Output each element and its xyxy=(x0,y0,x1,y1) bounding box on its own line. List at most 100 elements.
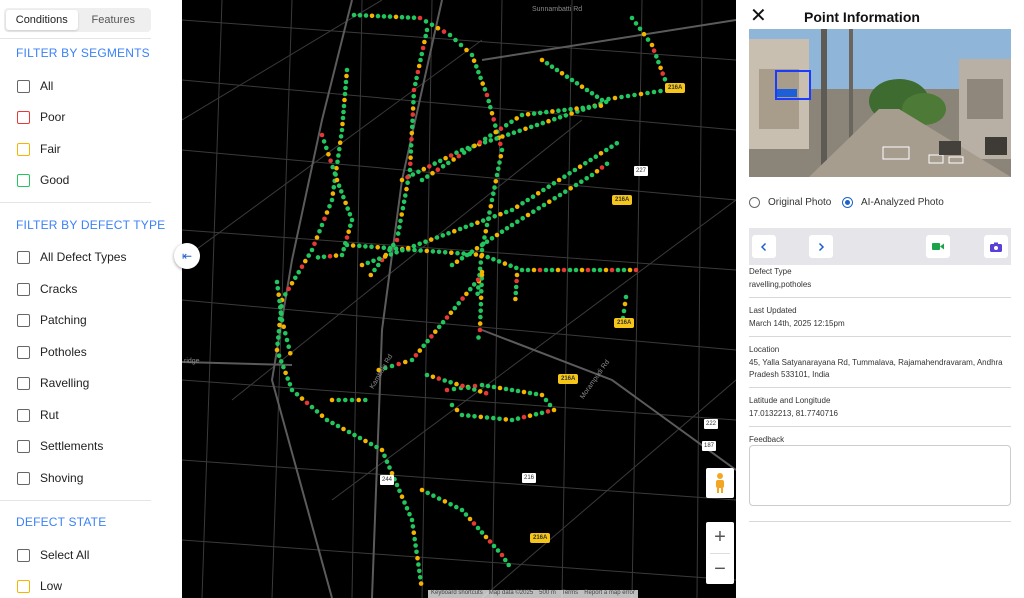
condition-marker[interactable] xyxy=(276,329,282,334)
condition-marker[interactable] xyxy=(597,267,603,273)
condition-marker[interactable] xyxy=(525,212,531,218)
condition-marker[interactable] xyxy=(347,212,353,217)
condition-marker[interactable] xyxy=(330,164,335,170)
condition-marker[interactable] xyxy=(398,218,403,224)
condition-marker[interactable] xyxy=(394,237,400,243)
condition-marker[interactable] xyxy=(417,568,422,574)
condition-marker[interactable] xyxy=(557,115,563,120)
condition-marker[interactable] xyxy=(491,384,497,390)
condition-marker[interactable] xyxy=(487,539,493,544)
condition-marker[interactable] xyxy=(579,267,585,273)
condition-marker[interactable] xyxy=(410,112,416,117)
condition-marker[interactable] xyxy=(419,487,425,493)
condition-marker[interactable] xyxy=(546,118,551,124)
condition-marker[interactable] xyxy=(658,88,663,94)
condition-marker[interactable] xyxy=(479,247,485,253)
condition-marker[interactable] xyxy=(375,245,380,250)
condition-marker[interactable] xyxy=(304,400,310,406)
condition-marker[interactable] xyxy=(286,344,291,350)
condition-marker[interactable] xyxy=(444,315,450,320)
condition-marker[interactable] xyxy=(577,164,583,169)
condition-marker[interactable] xyxy=(309,247,315,253)
condition-marker[interactable] xyxy=(379,447,385,453)
condition-marker[interactable] xyxy=(424,372,430,378)
condition-marker[interactable] xyxy=(324,210,330,215)
condition-marker[interactable] xyxy=(479,530,485,535)
condition-marker[interactable] xyxy=(324,145,329,151)
condition-marker[interactable] xyxy=(454,381,459,387)
condition-marker[interactable] xyxy=(430,170,435,176)
condition-marker[interactable] xyxy=(556,177,562,183)
condition-marker[interactable] xyxy=(562,107,567,113)
condition-marker[interactable] xyxy=(521,389,527,395)
condition-marker[interactable] xyxy=(277,322,282,328)
condition-marker[interactable] xyxy=(654,54,659,59)
condition-marker[interactable] xyxy=(421,343,426,349)
condition-marker[interactable] xyxy=(466,413,471,418)
condition-marker[interactable] xyxy=(494,172,500,178)
condition-marker[interactable] xyxy=(479,242,485,248)
condition-marker[interactable] xyxy=(448,310,454,316)
condition-marker[interactable] xyxy=(410,106,416,111)
condition-marker[interactable] xyxy=(276,353,282,359)
condition-marker[interactable] xyxy=(331,185,337,190)
condition-marker[interactable] xyxy=(541,202,547,208)
defect-settlements-checkbox[interactable]: Settlements xyxy=(17,437,103,455)
condition-marker[interactable] xyxy=(491,543,497,549)
condition-marker[interactable] xyxy=(424,248,430,254)
condition-marker[interactable] xyxy=(629,15,635,21)
condition-marker[interactable] xyxy=(275,341,280,347)
condition-marker[interactable] xyxy=(469,222,474,228)
condition-marker[interactable] xyxy=(376,262,381,268)
condition-marker[interactable] xyxy=(579,179,584,184)
condition-marker[interactable] xyxy=(463,512,469,517)
condition-marker[interactable] xyxy=(479,289,484,294)
condition-marker[interactable] xyxy=(489,111,495,116)
condition-marker[interactable] xyxy=(309,404,315,410)
condition-marker[interactable] xyxy=(550,109,555,114)
condition-marker[interactable] xyxy=(433,329,438,335)
condition-marker[interactable] xyxy=(315,255,321,260)
condition-marker[interactable] xyxy=(471,58,477,63)
condition-marker[interactable] xyxy=(480,218,486,223)
condition-marker[interactable] xyxy=(527,413,533,419)
condition-marker[interactable] xyxy=(363,438,368,444)
condition-marker[interactable] xyxy=(546,184,551,189)
condition-marker[interactable] xyxy=(296,269,301,275)
condition-marker[interactable] xyxy=(411,93,416,99)
condition-marker[interactable] xyxy=(419,177,425,183)
condition-marker[interactable] xyxy=(475,277,481,283)
street-view-pegman[interactable] xyxy=(706,468,734,498)
condition-marker[interactable] xyxy=(382,453,387,459)
condition-marker[interactable] xyxy=(363,13,369,18)
condition-marker[interactable] xyxy=(410,118,415,124)
condition-marker[interactable] xyxy=(448,502,453,507)
condition-marker[interactable] xyxy=(387,245,393,251)
condition-marker[interactable] xyxy=(568,186,573,191)
condition-marker[interactable] xyxy=(504,226,510,231)
condition-marker[interactable] xyxy=(349,397,355,403)
condition-marker[interactable] xyxy=(491,415,496,421)
condition-marker[interactable] xyxy=(464,291,469,297)
condition-marker[interactable] xyxy=(497,416,502,422)
defect-rut-checkbox[interactable]: Rut xyxy=(17,406,59,424)
condition-marker[interactable] xyxy=(645,37,651,42)
condition-marker[interactable] xyxy=(619,94,624,100)
condition-marker[interactable] xyxy=(493,129,499,135)
condition-marker[interactable] xyxy=(498,126,504,131)
defect-patching-checkbox[interactable]: Patching xyxy=(17,311,87,329)
condition-marker[interactable] xyxy=(434,235,440,240)
condition-marker[interactable] xyxy=(574,106,579,111)
condition-marker[interactable] xyxy=(277,298,282,304)
condition-marker[interactable] xyxy=(424,27,430,33)
condition-marker[interactable] xyxy=(478,314,483,320)
condition-marker[interactable] xyxy=(498,211,503,217)
condition-marker[interactable] xyxy=(375,13,381,19)
condition-marker[interactable] xyxy=(381,245,387,250)
condition-marker[interactable] xyxy=(294,392,300,397)
condition-marker[interactable] xyxy=(499,552,505,558)
condition-marker[interactable] xyxy=(401,199,407,205)
condition-marker[interactable] xyxy=(369,13,375,19)
condition-marker[interactable] xyxy=(473,252,479,257)
condition-marker[interactable] xyxy=(479,282,484,288)
